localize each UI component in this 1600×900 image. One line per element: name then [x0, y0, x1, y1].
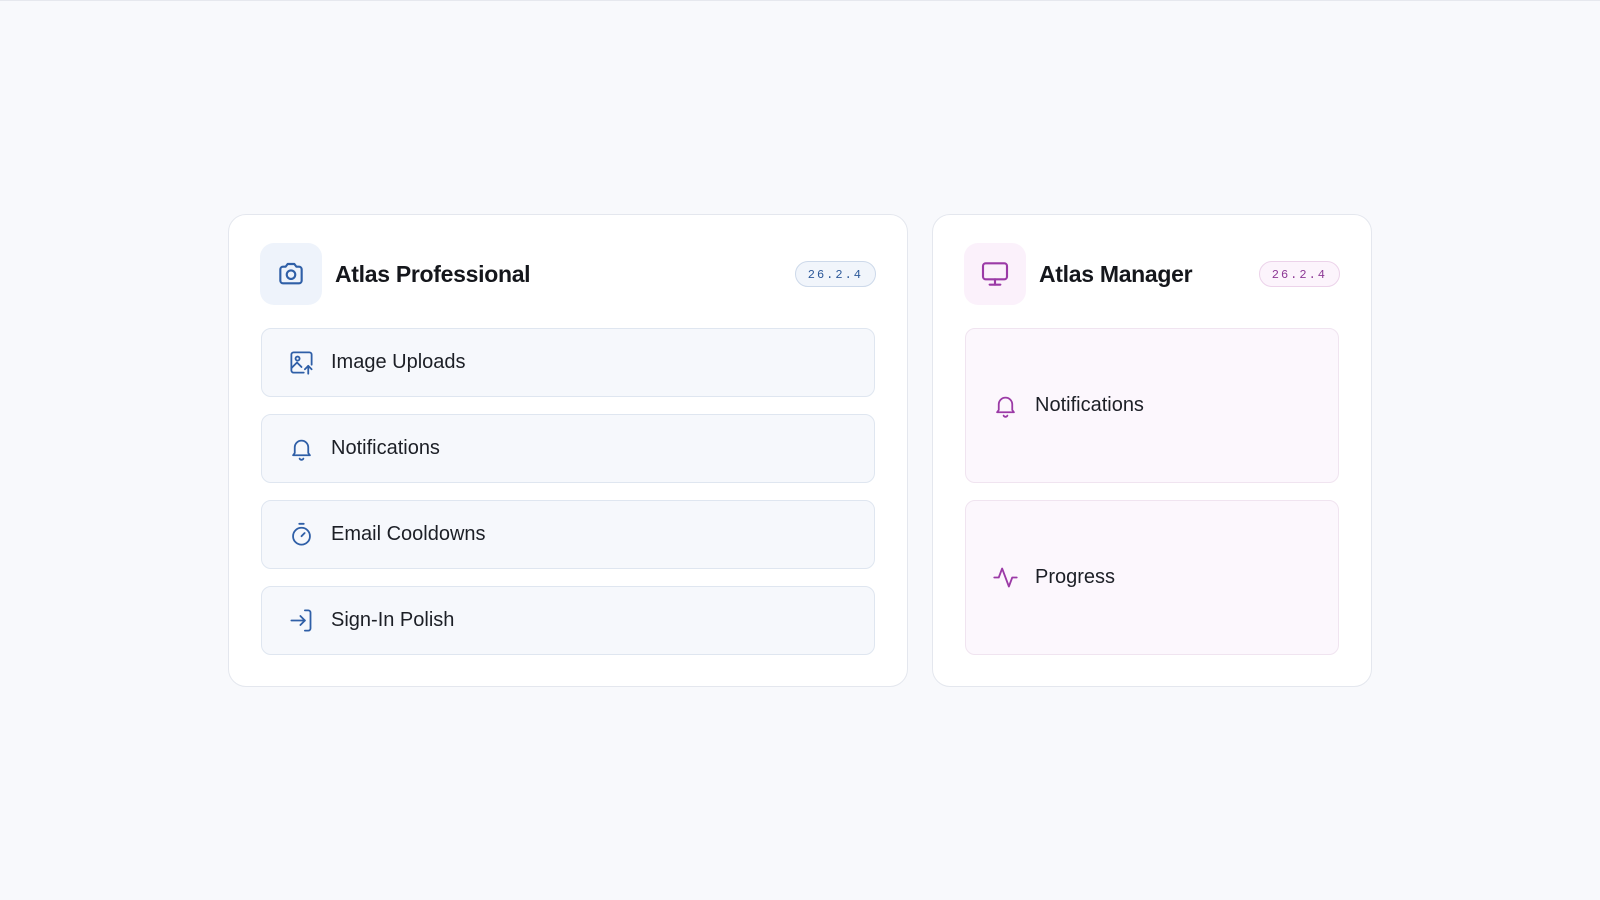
feature-item-progress[interactable]: Progress [965, 500, 1339, 655]
version-badge: 26.2.4 [794, 261, 876, 287]
activity-icon [992, 564, 1019, 591]
feature-item-email-cooldowns[interactable]: Email Cooldowns [261, 500, 875, 569]
feature-list: Image Uploads Notifications Email Cooldo… [261, 328, 875, 655]
timer-icon [288, 521, 315, 548]
camera-icon [260, 243, 322, 305]
app-title: Atlas Professional [335, 260, 531, 287]
feature-item-notifications[interactable]: Notifications [261, 414, 875, 483]
atlas-professional-card: Atlas Professional 26.2.4 Image Uploads [228, 214, 908, 687]
monitor-icon [964, 243, 1026, 305]
feature-item-image-uploads[interactable]: Image Uploads [261, 328, 875, 397]
feature-label: Notifications [1035, 394, 1144, 416]
bell-icon [288, 435, 315, 462]
card-header: Atlas Manager 26.2.4 [964, 243, 1340, 305]
feature-label: Email Cooldowns [331, 523, 486, 545]
card-header: Atlas Professional 26.2.4 [260, 243, 876, 305]
feature-label: Progress [1035, 566, 1116, 588]
image-upload-icon [288, 349, 315, 376]
feature-label: Sign-In Polish [331, 609, 455, 631]
atlas-manager-card: Atlas Manager 26.2.4 Notifications Progr… [932, 214, 1372, 687]
bell-icon [992, 392, 1019, 419]
app-title: Atlas Manager [1039, 260, 1193, 287]
feature-item-sign-in-polish[interactable]: Sign-In Polish [261, 586, 875, 655]
feature-label: Notifications [331, 437, 440, 459]
feature-item-notifications[interactable]: Notifications [965, 328, 1339, 483]
sign-in-icon [288, 607, 315, 634]
feature-label: Image Uploads [331, 351, 466, 373]
feature-list: Notifications Progress [965, 328, 1339, 655]
version-badge: 26.2.4 [1258, 261, 1340, 287]
